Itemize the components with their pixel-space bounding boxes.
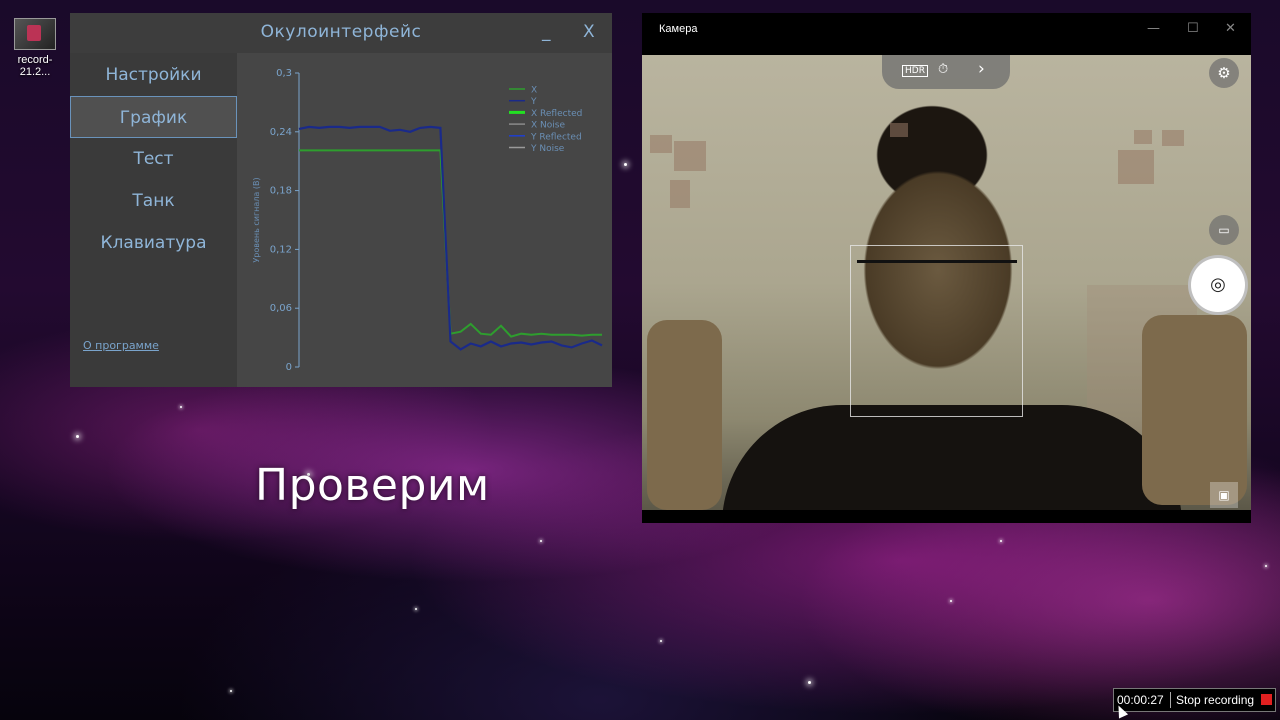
nav-test[interactable]: Тест bbox=[70, 138, 237, 180]
right-hand bbox=[1142, 315, 1247, 505]
desktop-icon-label: record-21.2... bbox=[17, 54, 53, 78]
left-hand bbox=[647, 320, 722, 510]
more-chevron-icon[interactable]: › bbox=[978, 59, 985, 79]
wallpaper-pattern bbox=[650, 135, 672, 153]
nav-keyboard[interactable]: Клавиатура bbox=[70, 222, 237, 264]
camera-toolbar: HDR ⏱ › bbox=[882, 55, 1010, 89]
wallpaper-pattern bbox=[674, 141, 706, 171]
star bbox=[415, 608, 417, 610]
y-tick-label: 0,18 bbox=[270, 186, 292, 197]
y-axis-label: Уровень сигнала (В) bbox=[252, 177, 261, 262]
y-tick-label: 0,24 bbox=[270, 127, 292, 138]
wallpaper-pattern bbox=[1134, 130, 1152, 144]
minimize-button[interactable]: _ bbox=[542, 22, 551, 42]
camera-window: Камера — ☐ ✕ HDR ⏱ › ⚙ ▭ ◎ ▣ bbox=[642, 13, 1251, 523]
y-tick-label: 0,3 bbox=[276, 68, 292, 79]
take-photo-button[interactable]: ◎ bbox=[1188, 255, 1248, 315]
legend-label: Y Reflected bbox=[530, 132, 582, 142]
series-line-x bbox=[299, 149, 602, 338]
face-detection-box bbox=[850, 245, 1023, 417]
wallpaper-pattern bbox=[1118, 150, 1154, 184]
legend-label: X bbox=[531, 86, 537, 96]
stop-square-icon[interactable] bbox=[1261, 694, 1272, 705]
nav-settings[interactable]: Настройки bbox=[70, 54, 237, 96]
stop-recording-button[interactable]: Stop recording bbox=[1176, 693, 1254, 707]
desktop-file-icon[interactable]: record-21.2... bbox=[4, 18, 66, 78]
signal-chart-svg: 0 0,06 0,12 0,18 0,24 0,3 Уровень сигнала (В) X… bbox=[252, 68, 603, 373]
close-button[interactable]: X bbox=[583, 22, 595, 42]
y-tick-label: 0 bbox=[286, 362, 292, 373]
star bbox=[660, 640, 662, 642]
signal-chart: 0 0,06 0,12 0,18 0,24 0,3 Уровень сигнала (В) X… bbox=[237, 53, 612, 387]
oculo-window-title: Окулоинтерфейс bbox=[260, 22, 422, 42]
camera-minimize-button[interactable]: — bbox=[1147, 21, 1160, 36]
oculo-sidebar: Настройки График Тест Танк Клавиатура bbox=[70, 53, 237, 387]
gallery-thumbnail-icon[interactable]: ▣ bbox=[1210, 482, 1238, 508]
camera-close-button[interactable]: ✕ bbox=[1225, 21, 1236, 36]
gear-icon[interactable]: ⚙ bbox=[1209, 58, 1239, 88]
oculo-titlebar[interactable]: Окулоинтерфейс _ X bbox=[70, 13, 612, 53]
divider bbox=[1170, 692, 1171, 708]
video-file-icon bbox=[14, 18, 56, 50]
star bbox=[950, 600, 952, 602]
wallpaper-pattern bbox=[670, 180, 690, 208]
star bbox=[180, 406, 182, 408]
star bbox=[808, 681, 811, 684]
star bbox=[540, 540, 542, 542]
star bbox=[1265, 565, 1267, 567]
wallpaper-pattern bbox=[1162, 130, 1184, 146]
nav-tank[interactable]: Танк bbox=[70, 180, 237, 222]
hdr-toggle[interactable]: HDR bbox=[902, 65, 928, 77]
y-tick-label: 0,06 bbox=[270, 303, 292, 314]
star bbox=[624, 163, 627, 166]
legend-label: X Reflected bbox=[531, 109, 582, 119]
star bbox=[230, 690, 232, 692]
person-shirt bbox=[722, 405, 1182, 510]
star bbox=[76, 435, 79, 438]
nav-graph[interactable]: График bbox=[70, 96, 237, 138]
wallpaper-pattern bbox=[890, 123, 908, 137]
about-link[interactable]: О программе bbox=[83, 339, 159, 352]
camera-viewfinder: HDR ⏱ › ⚙ ▭ ◎ ▣ bbox=[642, 55, 1251, 510]
star bbox=[1000, 540, 1002, 542]
recording-toolbar: 00:00:27 Stop recording bbox=[1113, 688, 1276, 712]
timer-icon[interactable]: ⏱ bbox=[938, 62, 948, 77]
video-caption: Проверим bbox=[255, 460, 490, 511]
legend-label: X Noise bbox=[531, 121, 565, 131]
video-mode-icon[interactable]: ▭ bbox=[1209, 215, 1239, 245]
legend-label: Y bbox=[530, 97, 537, 107]
legend-label: Y Noise bbox=[530, 144, 565, 154]
y-tick-label: 0,12 bbox=[270, 244, 292, 255]
camera-window-title: Камера bbox=[659, 23, 698, 35]
camera-maximize-button[interactable]: ☐ bbox=[1187, 21, 1199, 36]
oculointerface-window: Окулоинтерфейс _ X Настройки График Тест… bbox=[70, 13, 612, 387]
camera-titlebar[interactable]: Камера — ☐ ✕ bbox=[642, 13, 1251, 55]
